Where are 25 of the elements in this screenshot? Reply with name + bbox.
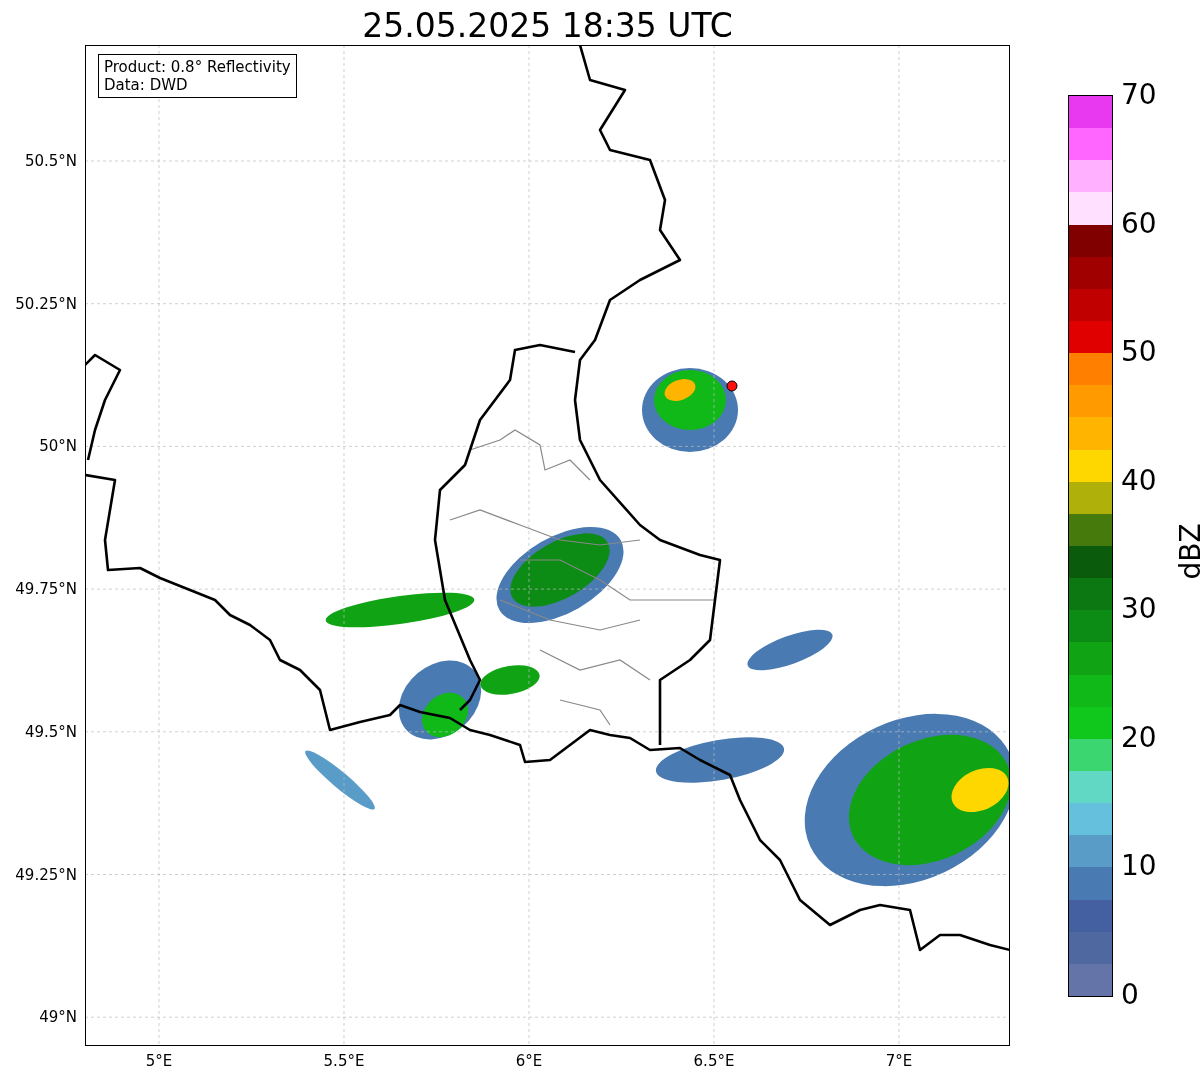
radar-site-marker [726, 380, 738, 392]
latitude-label: 49°N [39, 1007, 77, 1028]
colorbar-tick-label: 50 [1121, 337, 1157, 368]
longitude-label: 7°E [885, 1052, 913, 1070]
longitude-label: 6°E [515, 1052, 543, 1070]
latitude-label: 49.5°N [24, 721, 77, 742]
colorbar-tick-label: 40 [1121, 465, 1157, 496]
longitude-label: 5.5°E [323, 1052, 365, 1070]
legend-text: Data: DWD [104, 76, 189, 94]
latitude-label: 50.25°N [15, 293, 77, 314]
latitude-label: 50°N [39, 436, 77, 457]
longitude-label: 5°E [145, 1052, 173, 1070]
colorbar-tick-label: 30 [1121, 594, 1157, 625]
latitude-label: 49.75°N [15, 579, 77, 600]
longitude-label: 6.5°E [693, 1052, 735, 1070]
colorbar-tick-label: 20 [1121, 722, 1157, 753]
legend-text: Product: 0.8° Reflectivity [104, 58, 291, 76]
colorbar-tick-label: 0 [1121, 979, 1140, 1010]
colorbar-tick-label: 60 [1121, 208, 1157, 239]
chart-title: 25.05.2025 18:35 UTC [361, 5, 734, 45]
latitude-label: 50.5°N [24, 151, 77, 171]
colorbar-tick-label: 10 [1121, 851, 1157, 882]
colorbar-label: dBZ [1173, 523, 1202, 580]
colorbar-tick-label: 70 [1121, 80, 1157, 110]
latitude-label: 49.25°N [15, 864, 77, 885]
